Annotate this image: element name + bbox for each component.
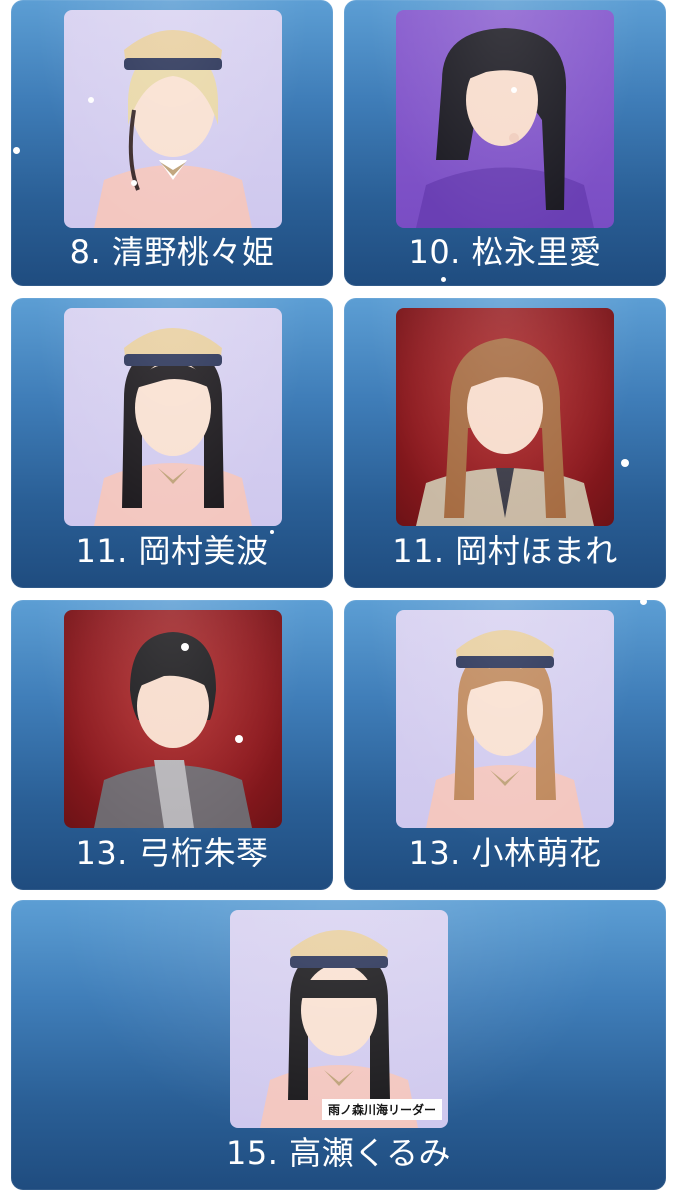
sparkle-dot bbox=[88, 97, 94, 103]
sparkle-dot bbox=[640, 598, 647, 605]
member-photo bbox=[396, 610, 614, 828]
member-photo bbox=[64, 610, 282, 828]
person-silhouette bbox=[94, 30, 252, 228]
group-leader-badge: 雨ノ森川海リーダー bbox=[321, 1099, 442, 1120]
member-caption: 10. 松永里愛 bbox=[408, 233, 602, 271]
person-silhouette bbox=[416, 28, 594, 228]
sparkle-dot bbox=[181, 643, 189, 651]
person-silhouette bbox=[94, 328, 252, 526]
sparkle-dot bbox=[13, 147, 20, 154]
member-caption: 11. 岡村美波 bbox=[75, 532, 269, 570]
member-caption: 8. 清野桃々姫 bbox=[69, 233, 275, 271]
member-card[interactable]: 雨ノ森川海リーダー 15. 高瀬くるみ bbox=[11, 900, 666, 1190]
person-silhouette bbox=[94, 632, 252, 828]
sparkle-dot bbox=[511, 87, 517, 93]
member-photo bbox=[64, 10, 282, 228]
sparkle-dot bbox=[235, 735, 243, 743]
member-caption: 13. 弓桁朱琴 bbox=[75, 834, 269, 872]
sparkle-dot bbox=[270, 530, 274, 534]
member-card[interactable]: 11. 岡村ほまれ bbox=[344, 298, 666, 588]
member-photo bbox=[396, 308, 614, 526]
person-silhouette bbox=[426, 630, 584, 828]
person-silhouette bbox=[416, 338, 594, 526]
person-silhouette bbox=[260, 930, 418, 1128]
member-photo bbox=[396, 10, 614, 228]
member-card[interactable]: 13. 小林萌花 bbox=[344, 600, 666, 890]
member-photo bbox=[64, 308, 282, 526]
member-photo: 雨ノ森川海リーダー bbox=[230, 910, 448, 1128]
member-card[interactable]: 13. 弓桁朱琴 bbox=[11, 600, 333, 890]
member-caption: 11. 岡村ほまれ bbox=[392, 532, 618, 570]
member-caption: 13. 小林萌花 bbox=[408, 834, 602, 872]
member-card[interactable]: 11. 岡村美波 bbox=[11, 298, 333, 588]
member-caption: 15. 高瀬くるみ bbox=[226, 1134, 451, 1172]
member-card[interactable]: 8. 清野桃々姫 bbox=[11, 0, 333, 286]
sparkle-dot bbox=[621, 459, 629, 467]
member-card[interactable]: 10. 松永里愛 bbox=[344, 0, 666, 286]
sparkle-dot bbox=[131, 180, 137, 186]
sparkle-dot bbox=[441, 277, 446, 282]
